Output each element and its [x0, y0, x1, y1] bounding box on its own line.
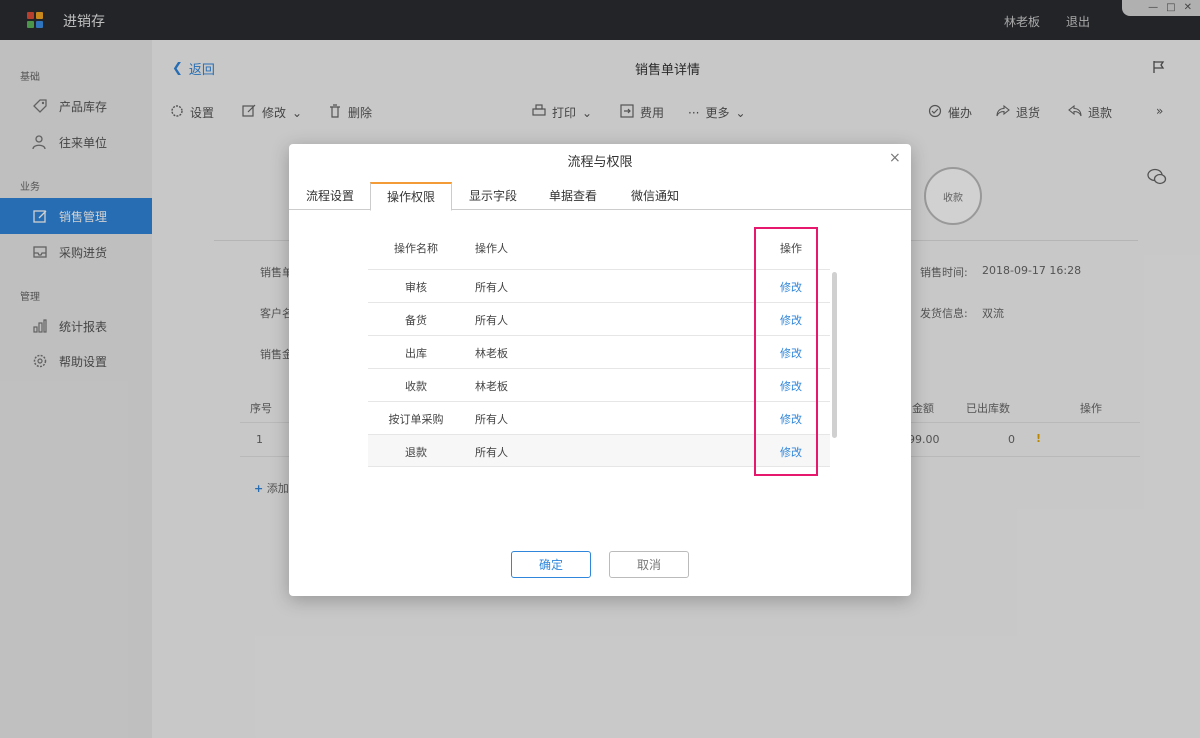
- confirm-button[interactable]: 确定: [511, 551, 591, 578]
- operation-name: 退款: [405, 446, 427, 459]
- operator: 所有人: [475, 314, 508, 327]
- operation-name: 出库: [405, 347, 427, 360]
- close-icon[interactable]: ×: [889, 150, 901, 166]
- cancel-button[interactable]: 取消: [609, 551, 689, 578]
- tab-bar: 流程设置 操作权限 显示字段 单据查看 微信通知: [289, 182, 911, 211]
- operator: 林老板: [475, 347, 508, 360]
- table-scrollbar[interactable]: [832, 272, 837, 438]
- permission-dialog: 流程与权限 × 流程设置 操作权限 显示字段 单据查看 微信通知 操作名称 操作…: [289, 144, 911, 596]
- operation-name: 按订单采购: [388, 413, 444, 426]
- header-operator: 操作人: [475, 242, 508, 255]
- tab-display-fields[interactable]: 显示字段: [461, 182, 525, 210]
- operator: 所有人: [475, 446, 508, 459]
- operation-name: 收款: [405, 380, 427, 393]
- tab-document-view[interactable]: 单据查看: [541, 182, 605, 210]
- tab-process-settings[interactable]: 流程设置: [297, 182, 363, 210]
- tab-permissions[interactable]: 操作权限: [370, 182, 452, 211]
- operation-name: 备货: [405, 314, 427, 327]
- action-column-highlight: [754, 227, 818, 476]
- operator: 林老板: [475, 380, 508, 393]
- operation-name: 审核: [405, 281, 427, 294]
- operator: 所有人: [475, 413, 508, 426]
- operator: 所有人: [475, 281, 508, 294]
- header-operation-name: 操作名称: [394, 242, 438, 255]
- dialog-title: 流程与权限: [567, 155, 633, 170]
- tab-wechat-notify[interactable]: 微信通知: [623, 182, 687, 210]
